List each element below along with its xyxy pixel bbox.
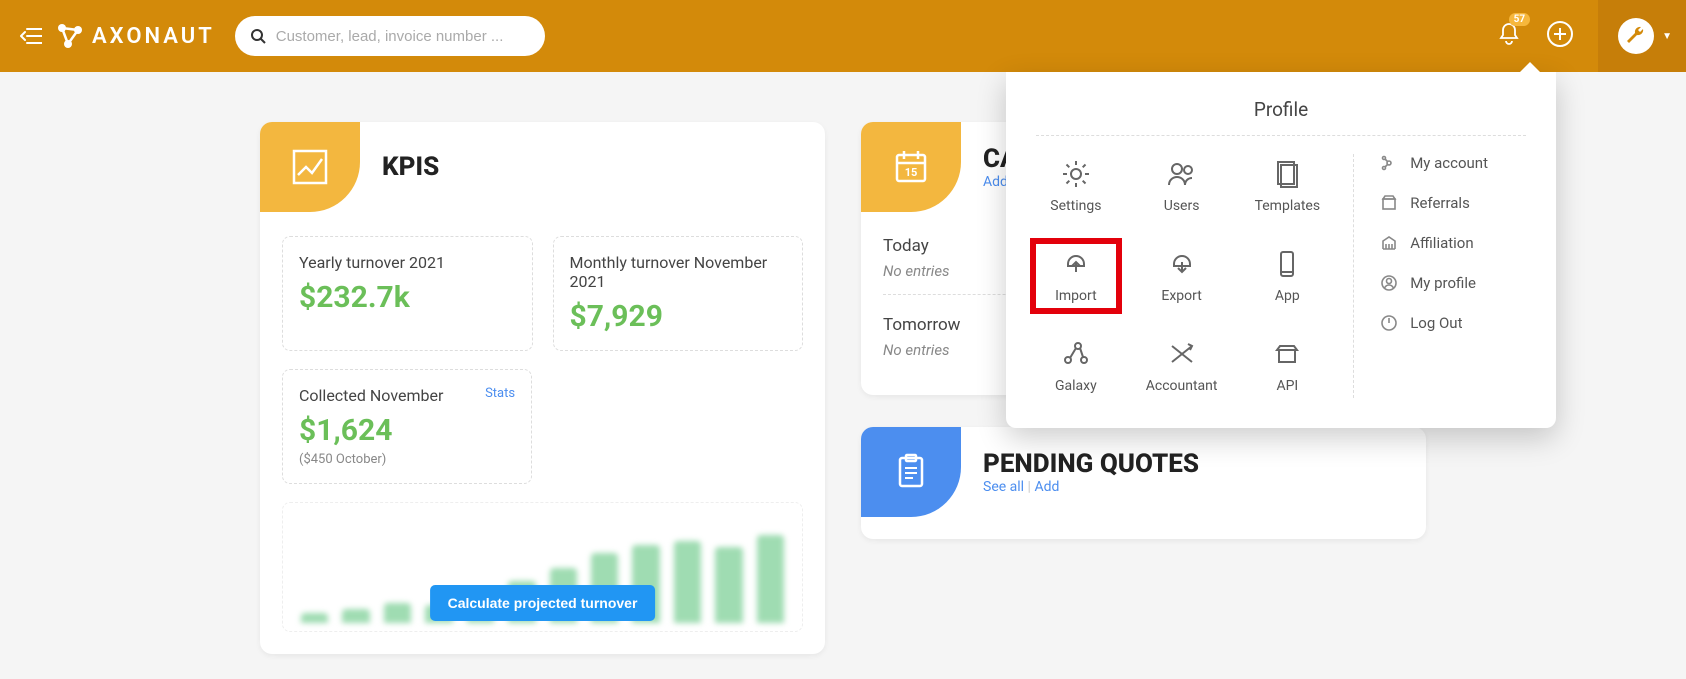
dropdown-link-account[interactable]: My account [1380,154,1488,172]
notifications-button[interactable]: 57 [1496,21,1522,51]
topbar: AXONAUT 57 ▼ [0,0,1686,72]
logo[interactable]: AXONAUT [54,20,215,52]
dropdown-tile-label: Galaxy [1055,378,1097,394]
dropdown-link-logout[interactable]: Log Out [1380,314,1488,332]
dropdown-tile-label: Export [1161,288,1201,304]
profile-dropdown: Profile Settings Users Templates Import Expo… [1006,72,1556,428]
referrals-icon [1380,194,1398,212]
kpis-title: KPIS [382,152,439,182]
dropdown-tile-accountant[interactable]: Accountant [1142,334,1222,398]
dropdown-tile-api[interactable]: API [1247,334,1327,398]
chart-bar [674,541,701,623]
app-icon [1271,248,1303,280]
chart-icon [288,145,332,189]
chart-bar [301,613,328,623]
chevron-down-icon: ▼ [1662,31,1672,42]
dropdown-tile-galaxy[interactable]: Galaxy [1036,334,1116,398]
dropdown-link-label: My account [1410,154,1488,172]
search-icon [251,29,266,44]
accountant-icon [1166,338,1198,370]
dropdown-tile-export[interactable]: Export [1142,244,1222,308]
dropdown-tile-label: API [1276,378,1298,394]
dropdown-tile-label: Settings [1050,198,1101,214]
calculate-turnover-button[interactable]: Calculate projected turnover [430,585,656,621]
search-box[interactable] [235,16,545,56]
dropdown-title: Profile [1036,98,1526,136]
dropdown-link-label: Referrals [1410,194,1470,212]
logout-icon [1380,314,1398,332]
kpi-value: $7,929 [570,299,787,334]
chart-bar [757,535,784,623]
kpi-note: ($450 October) [299,452,515,467]
quotes-seeall-link[interactable]: See all [983,479,1024,495]
export-icon [1166,248,1198,280]
kpi-tile: Stats Collected November $1,624 ($450 Oc… [282,369,532,484]
dropdown-tile-app[interactable]: App [1247,244,1327,308]
stats-link[interactable]: Stats [485,386,515,401]
settings-menu-toggle[interactable]: ▼ [1598,0,1686,72]
settings-icon [1060,158,1092,190]
kpis-card: KPIS Yearly turnover 2021 $232.7k Monthl… [260,122,825,654]
dropdown-tile-label: Accountant [1146,378,1218,394]
calendar-icon-box: 15 [861,122,961,212]
kpi-value: $232.7k [299,280,516,315]
search-input[interactable] [276,28,529,45]
dropdown-link-label: Affiliation [1410,234,1473,252]
kpis-icon-box [260,122,360,212]
account-icon [1380,154,1398,172]
dropdown-tile-label: Templates [1255,198,1321,214]
notification-badge: 57 [1509,13,1530,26]
menu-icon [20,27,42,45]
dropdown-tile-import[interactable]: Import [1036,244,1116,308]
logo-text: AXONAUT [92,24,215,49]
svg-text:15: 15 [905,166,918,179]
kpi-label: Yearly turnover 2021 [299,253,516,272]
left-column: KPIS Yearly turnover 2021 $232.7k Monthl… [260,122,825,654]
kpi-row-2: Stats Collected November $1,624 ($450 Oc… [282,369,803,484]
dropdown-list: My account Referrals Affiliation My profile… [1354,154,1488,398]
kpi-value: $1,624 [299,413,515,448]
dropdown-tile-label: Import [1055,288,1097,304]
quotes-title: PENDING QUOTES [983,449,1199,479]
quotes-add-link[interactable]: Add [1034,479,1059,495]
dropdown-tile-label: Users [1164,198,1200,214]
logo-icon [54,20,86,52]
calendar-add-link[interactable]: Add [983,174,1008,190]
dropdown-tile-settings[interactable]: Settings [1036,154,1116,218]
calendar-icon: 15 [891,147,931,187]
dropdown-link-label: My profile [1410,274,1476,292]
kpi-row-1: Yearly turnover 2021 $232.7k Monthly tur… [282,236,803,351]
dropdown-link-affiliation[interactable]: Affiliation [1380,234,1488,252]
galaxy-icon [1060,338,1092,370]
dropdown-link-referrals[interactable]: Referrals [1380,194,1488,212]
affiliation-icon [1380,234,1398,252]
kpi-tile: Yearly turnover 2021 $232.7k [282,236,533,351]
clipboard-icon [891,452,931,492]
quotes-icon-box [861,427,961,517]
dropdown-tile-users[interactable]: Users [1142,154,1222,218]
api-icon [1271,338,1303,370]
add-button[interactable] [1546,20,1574,52]
dropdown-grid: Settings Users Templates Import Export App Gal… [1036,154,1354,398]
dropdown-link-profile[interactable]: My profile [1380,274,1488,292]
chart-bar [715,547,742,623]
templates-icon [1271,158,1303,190]
chart-bar [342,609,369,623]
dropdown-tile-label: App [1275,288,1300,304]
wrench-circle [1618,18,1654,54]
dropdown-tile-templates[interactable]: Templates [1247,154,1327,218]
profile-icon [1380,274,1398,292]
pending-quotes-card: PENDING QUOTES See all | Add [861,427,1426,539]
wrench-icon [1625,25,1647,47]
chart-bar [384,603,411,623]
kpi-chart: Calculate projected turnover [282,502,803,632]
users-icon [1166,158,1198,190]
kpi-tile: Monthly turnover November 2021 $7,929 [553,236,804,351]
dropdown-link-label: Log Out [1410,314,1462,332]
import-icon [1060,248,1092,280]
menu-toggle[interactable] [20,27,42,45]
kpi-label: Monthly turnover November 2021 [570,253,787,291]
kpi-label: Collected November [299,386,515,405]
plus-icon [1546,20,1574,48]
